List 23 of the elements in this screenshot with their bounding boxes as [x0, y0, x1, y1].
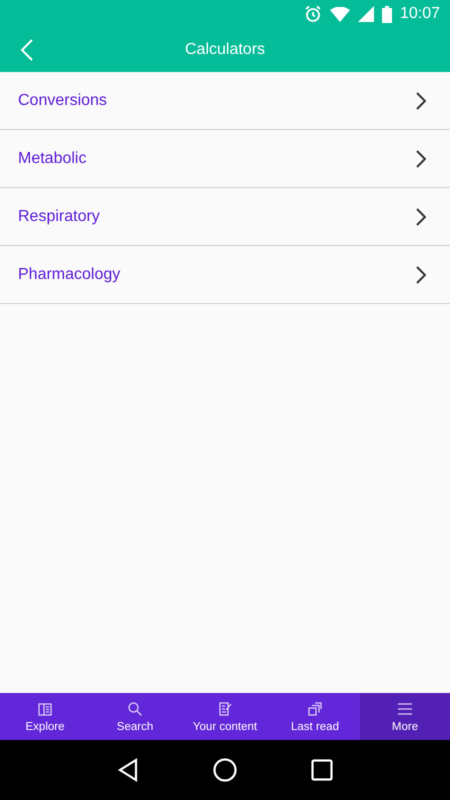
chevron-right-icon [416, 266, 426, 284]
back-nav-icon[interactable] [117, 758, 139, 782]
nav-tab[interactable]: More [360, 693, 450, 740]
alarm-icon [304, 5, 322, 23]
battery-icon [382, 6, 392, 22]
status-time: 10:07 [400, 5, 440, 23]
wifi-icon [330, 6, 350, 22]
windows-icon [307, 700, 323, 716]
chevron-right-icon [416, 92, 426, 110]
chevron-right-icon [416, 150, 426, 168]
search-icon [127, 700, 143, 716]
menu-icon [397, 700, 413, 716]
book-icon [37, 700, 53, 716]
recents-icon[interactable] [311, 759, 333, 781]
nav-tab[interactable]: Your content [180, 693, 270, 740]
home-icon[interactable] [213, 758, 237, 782]
signal-icon [358, 6, 374, 22]
nav-tab[interactable]: Explore [0, 693, 90, 740]
screen-title: Calculators [184, 41, 266, 59]
nav-tab[interactable]: Search [90, 693, 180, 740]
nav-tab[interactable]: Last read [270, 693, 360, 740]
notepad-icon [217, 700, 233, 716]
chevron-right-icon [416, 208, 426, 226]
